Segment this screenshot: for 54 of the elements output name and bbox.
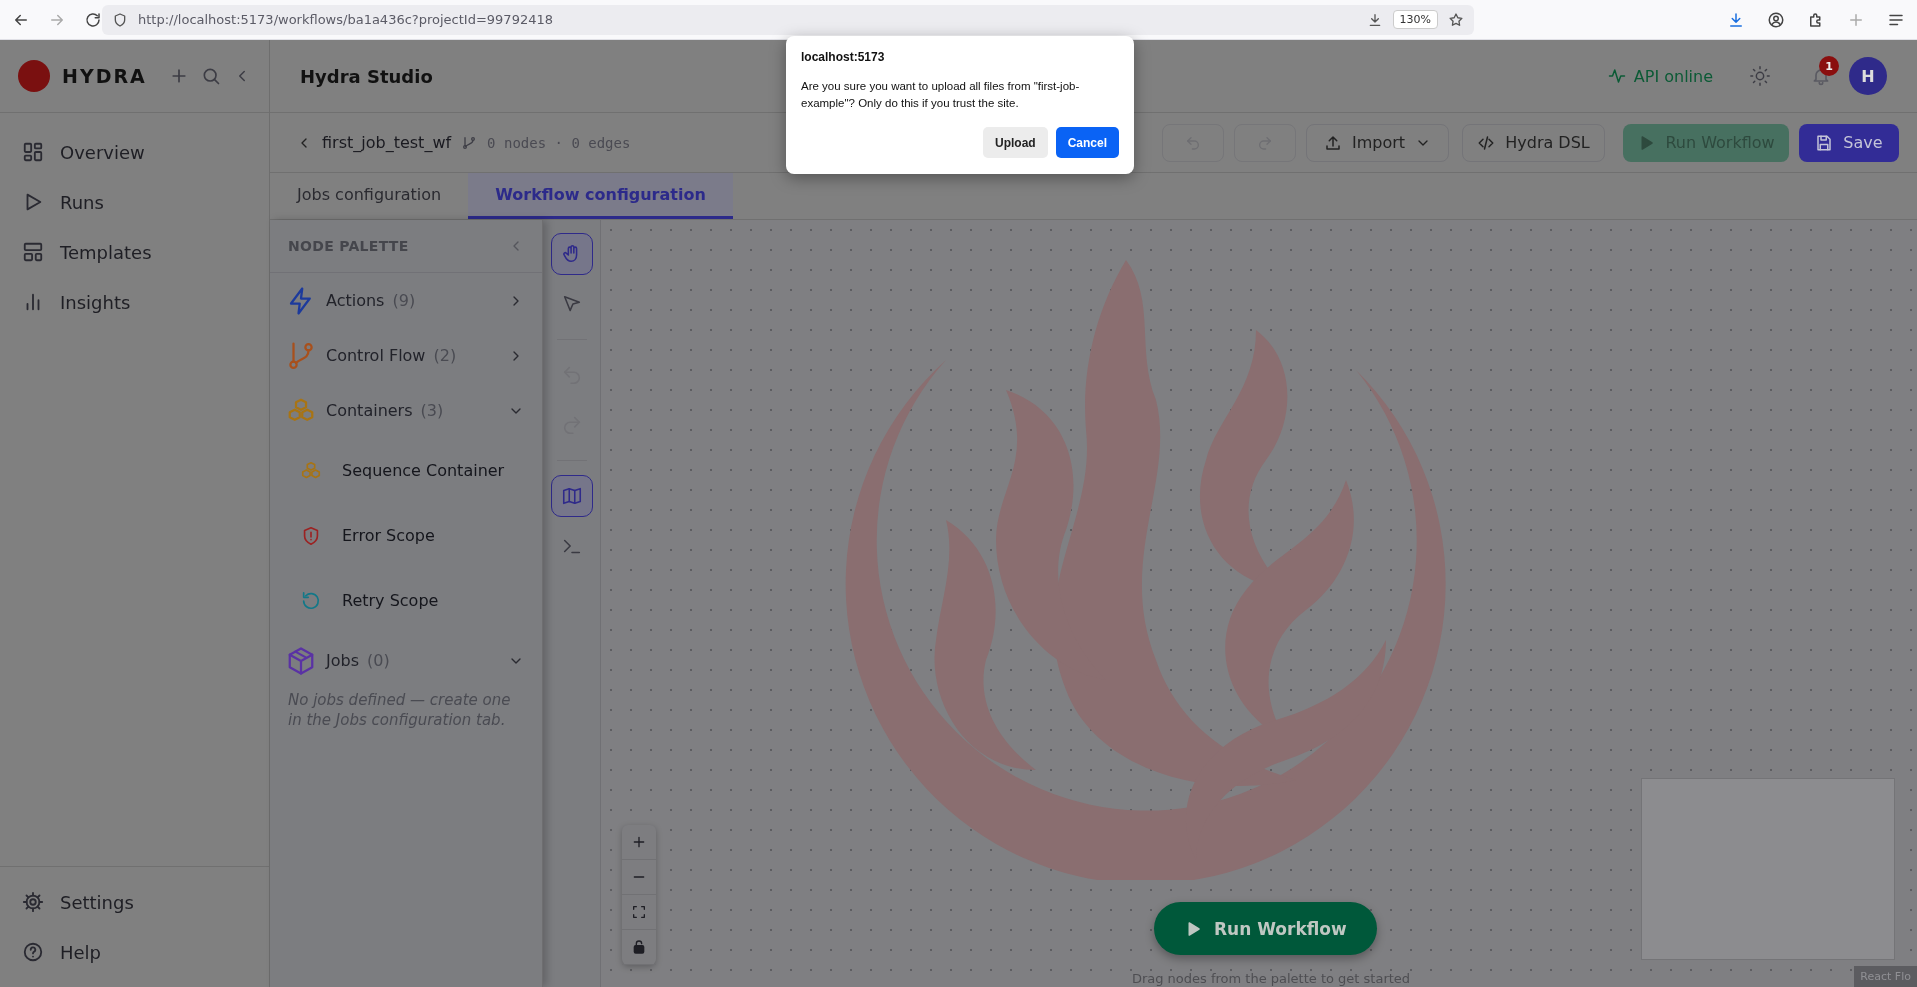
nav-item[interactable]: Overview bbox=[0, 127, 269, 177]
bookmark-star-icon bbox=[1448, 11, 1464, 28]
address-bar[interactable]: http://localhost:5173/workflows/ba1a436c?projectId=99792418 130% bbox=[102, 4, 1474, 35]
settings-icon bbox=[22, 891, 44, 913]
theme-icon[interactable] bbox=[1749, 65, 1771, 87]
user-avatar[interactable]: H bbox=[1849, 57, 1887, 95]
nav-item[interactable]: Insights bbox=[0, 277, 269, 327]
jobs-icon bbox=[286, 645, 316, 676]
logo-icon bbox=[18, 60, 50, 92]
palette-item[interactable]: Sequence Container bbox=[270, 438, 542, 503]
nav-icon bbox=[22, 141, 44, 163]
tab[interactable]: Workflow configuration bbox=[468, 173, 733, 219]
map-icon bbox=[560, 485, 583, 507]
dialog-message: Are you sure you want to upload all files from "first-job-example"? Only do this if you trust the site. bbox=[801, 79, 1081, 111]
save-button[interactable]: Save bbox=[1799, 123, 1899, 162]
dialog-title: localhost:5173 bbox=[801, 50, 886, 64]
branch-icon bbox=[461, 134, 478, 151]
page-title: Hydra Studio bbox=[300, 65, 433, 87]
import-button[interactable]: Import bbox=[1306, 123, 1449, 162]
brand-name: HYDRA bbox=[62, 65, 148, 87]
nav-item[interactable]: Runs bbox=[0, 177, 269, 227]
notification-badge: 1 bbox=[1819, 56, 1839, 76]
reload-icon[interactable] bbox=[84, 10, 102, 29]
retry-icon bbox=[300, 589, 322, 612]
zoom-in-icon[interactable] bbox=[631, 834, 647, 850]
palette-item[interactable]: Error Scope bbox=[270, 503, 542, 568]
pulse-icon bbox=[1607, 67, 1626, 85]
nav-item[interactable]: Settings bbox=[0, 877, 269, 927]
account-icon bbox=[1767, 10, 1785, 29]
nav-item[interactable]: Templates bbox=[0, 227, 269, 277]
tab[interactable]: Jobs configuration bbox=[270, 173, 469, 219]
lock-icon[interactable] bbox=[631, 939, 647, 955]
run-workflow-button[interactable]: Run Workflow bbox=[1154, 902, 1377, 955]
palette-item[interactable]: Retry Scope bbox=[270, 568, 542, 633]
upload-button[interactable]: Upload bbox=[982, 127, 1048, 159]
zoom-level[interactable]: 130% bbox=[1392, 10, 1438, 29]
nav-icon bbox=[22, 241, 44, 263]
search-icon[interactable] bbox=[201, 66, 221, 86]
nav-item[interactable]: Help bbox=[0, 927, 269, 977]
help-icon bbox=[22, 941, 44, 963]
workflow-name: first_job_test_wf bbox=[322, 133, 452, 152]
hand-tool[interactable] bbox=[550, 233, 593, 275]
map-tool[interactable] bbox=[550, 475, 593, 517]
upload-icon bbox=[1323, 133, 1342, 152]
download-icon bbox=[1727, 10, 1745, 29]
code-icon bbox=[1477, 133, 1496, 152]
url-text: http://localhost:5173/workflows/ba1a436c?projectId=99792418 bbox=[138, 12, 554, 27]
flow-icon bbox=[286, 340, 316, 371]
dsl-button[interactable]: Hydra DSL bbox=[1462, 123, 1605, 162]
save-icon bbox=[1815, 133, 1834, 152]
cancel-button[interactable]: Cancel bbox=[1055, 127, 1119, 159]
fit-view-icon[interactable] bbox=[631, 904, 647, 920]
api-status: API online bbox=[1633, 66, 1713, 86]
shield-icon bbox=[112, 11, 128, 28]
